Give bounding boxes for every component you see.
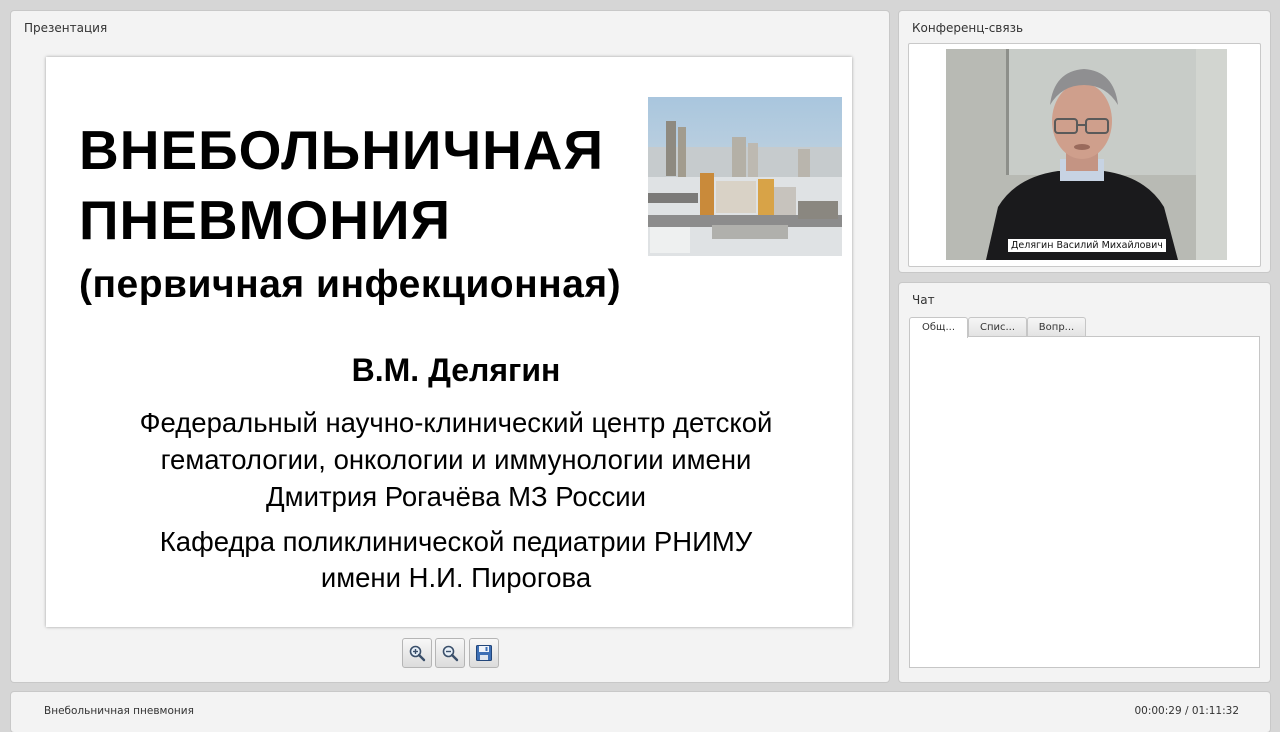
video-frame: Делягин Василий Михайлович (908, 43, 1261, 267)
conference-panel: Конференц-связь Делягин Василий Михайлов… (899, 11, 1270, 272)
save-icon (476, 645, 492, 661)
slide-org-line-3: Дмитрия Рогачёва МЗ России (266, 481, 646, 512)
slide-org-line-1: Федеральный научно-клинический центр дет… (139, 407, 773, 438)
save-button[interactable] (469, 638, 499, 668)
speaker-video[interactable]: Делягин Василий Михайлович (946, 49, 1227, 260)
chat-panel: Чат Общ... Спис... Вопр... (899, 283, 1270, 682)
zoom-out-button[interactable] (435, 638, 465, 668)
slide-title-line-2: ПНЕВМОНИЯ (79, 189, 452, 251)
presentation-slide: ВНЕБОЛЬНИЧНАЯ ПНЕВМОНИЯ (первичная инфек… (46, 57, 852, 627)
slide-city-photo (648, 97, 842, 256)
playback-time: 00:00:29 / 01:11:32 (1134, 705, 1239, 717)
conference-panel-title: Конференц-связь (912, 21, 1024, 35)
speaker-name-label: Делягин Василий Михайлович (1008, 239, 1166, 252)
slide-org-line-2: гематологии, онкологии и иммунологии име… (160, 444, 752, 475)
tab-participants-list[interactable]: Спис... (968, 317, 1027, 337)
recording-title: Внебольничная пневмония (44, 705, 194, 717)
slide-dept-line-1: Кафедра поликлинической педиатрии РНИМУ (159, 526, 753, 557)
chat-panel-title: Чат (912, 293, 935, 307)
tab-questions[interactable]: Вопр... (1027, 317, 1086, 337)
tab-general[interactable]: Общ... (909, 317, 968, 338)
zoom-out-icon (442, 645, 459, 662)
presentation-panel-title: Презентация (24, 21, 108, 35)
slide-department: Кафедра поликлинической педиатрии РНИМУ … (46, 524, 866, 596)
slide-title-line-1: ВНЕБОЛЬНИЧНАЯ (79, 119, 605, 181)
chat-messages-area[interactable] (909, 336, 1260, 668)
slide-subtitle: (первичная инфекционная) (79, 263, 622, 306)
slide-title: ВНЕБОЛЬНИЧНАЯ ПНЕВМОНИЯ (79, 115, 604, 255)
slide-organization: Федеральный научно-клинический центр дет… (46, 404, 866, 515)
player-bottom-bar: Внебольничная пневмония 00:00:29 / 01:11… (11, 692, 1270, 732)
zoom-in-button[interactable] (402, 638, 432, 668)
slide-author: В.М. Делягин (351, 352, 561, 388)
zoom-in-icon (409, 645, 426, 662)
slide-dept-line-2: имени Н.И. Пирогова (320, 562, 592, 593)
presentation-panel: Презентация ВНЕБОЛЬНИЧНАЯ ПНЕВМОНИЯ (пер… (11, 11, 889, 682)
